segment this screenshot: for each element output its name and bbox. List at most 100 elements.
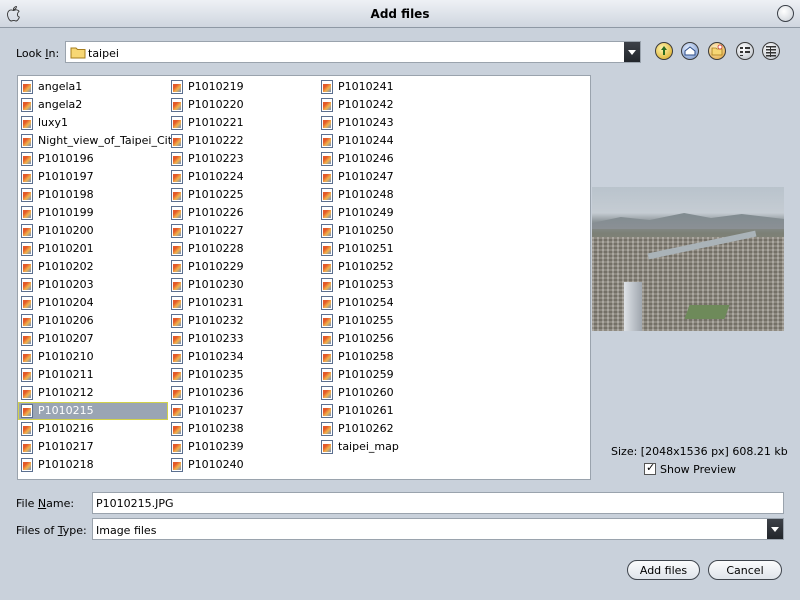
close-window-button[interactable] [777, 5, 794, 22]
file-item[interactable]: P1010217 [18, 438, 168, 456]
file-type-select[interactable]: Image files [92, 518, 784, 540]
file-item[interactable]: P1010244 [318, 132, 468, 150]
file-item[interactable]: P1010215 [18, 402, 168, 420]
file-item[interactable]: P1010226 [168, 204, 318, 222]
file-item[interactable]: P1010233 [168, 330, 318, 348]
file-item[interactable]: P1010224 [168, 168, 318, 186]
file-item[interactable]: P1010229 [168, 258, 318, 276]
file-item[interactable]: P1010198 [18, 186, 168, 204]
file-item[interactable]: P1010221 [168, 114, 318, 132]
chevron-down-icon[interactable] [624, 42, 640, 62]
home-icon[interactable] [681, 42, 699, 60]
file-item[interactable]: taipei_map [318, 438, 468, 456]
file-item-label: P1010242 [338, 98, 394, 111]
image-file-icon [21, 440, 33, 454]
file-item-label: P1010202 [38, 260, 94, 273]
file-item-label: P1010219 [188, 80, 244, 93]
file-type-label-suffix: ype: [62, 524, 87, 537]
image-file-icon [21, 152, 33, 166]
file-item[interactable]: P1010250 [318, 222, 468, 240]
file-item[interactable]: P1010253 [318, 276, 468, 294]
file-item[interactable]: P1010247 [318, 168, 468, 186]
file-item[interactable]: P1010251 [318, 240, 468, 258]
file-list[interactable]: angela1 angela2 luxy1 Night_view_of_Taipei_… [17, 75, 591, 480]
file-item[interactable]: angela1 [18, 78, 168, 96]
file-item[interactable]: P1010246 [318, 150, 468, 168]
file-item[interactable]: P1010231 [168, 294, 318, 312]
show-preview-label: Show Preview [660, 463, 736, 476]
chevron-down-icon[interactable] [767, 519, 783, 539]
file-item[interactable]: P1010196 [18, 150, 168, 168]
file-item[interactable]: P1010234 [168, 348, 318, 366]
file-item-label: P1010244 [338, 134, 394, 147]
file-item[interactable]: P1010255 [318, 312, 468, 330]
file-item-label: P1010243 [338, 116, 394, 129]
file-item[interactable]: P1010262 [318, 420, 468, 438]
image-file-icon [21, 188, 33, 202]
file-item[interactable]: P1010261 [318, 402, 468, 420]
file-item[interactable]: P1010239 [168, 438, 318, 456]
file-item[interactable]: P1010202 [18, 258, 168, 276]
file-item[interactable]: P1010216 [18, 420, 168, 438]
file-item[interactable]: P1010242 [318, 96, 468, 114]
file-item[interactable]: P1010228 [168, 240, 318, 258]
file-item[interactable]: luxy1 [18, 114, 168, 132]
file-item[interactable]: P1010236 [168, 384, 318, 402]
file-item[interactable]: P1010252 [318, 258, 468, 276]
file-item[interactable]: P1010248 [318, 186, 468, 204]
file-item[interactable]: P1010203 [18, 276, 168, 294]
file-item[interactable]: P1010197 [18, 168, 168, 186]
file-item[interactable]: P1010260 [318, 384, 468, 402]
file-item[interactable]: P1010237 [168, 402, 318, 420]
file-item[interactable]: P1010223 [168, 150, 318, 168]
show-preview-checkbox[interactable] [644, 461, 656, 475]
file-item[interactable]: P1010241 [318, 78, 468, 96]
details-view-icon[interactable] [762, 42, 780, 60]
file-item[interactable]: angela2 [18, 96, 168, 114]
file-item[interactable]: P1010207 [18, 330, 168, 348]
file-item[interactable]: P1010259 [318, 366, 468, 384]
file-item[interactable]: P1010199 [18, 204, 168, 222]
file-item[interactable]: P1010201 [18, 240, 168, 258]
list-view-icon[interactable] [736, 42, 754, 60]
up-folder-icon[interactable] [655, 42, 673, 60]
file-item[interactable]: P1010249 [318, 204, 468, 222]
file-item[interactable]: P1010225 [168, 186, 318, 204]
file-item[interactable]: P1010227 [168, 222, 318, 240]
file-item[interactable]: P1010220 [168, 96, 318, 114]
file-name-input[interactable]: P1010215.JPG [92, 492, 784, 514]
file-item[interactable]: P1010200 [18, 222, 168, 240]
file-item[interactable]: P1010219 [168, 78, 318, 96]
file-item[interactable]: P1010254 [318, 294, 468, 312]
file-item-label: P1010199 [38, 206, 94, 219]
file-item[interactable]: P1010238 [168, 420, 318, 438]
add-files-button[interactable]: Add files [627, 560, 700, 580]
file-item-label: P1010252 [338, 260, 394, 273]
file-item-label: P1010235 [188, 368, 244, 381]
file-item[interactable]: P1010256 [318, 330, 468, 348]
file-item[interactable]: Night_view_of_Taipei_City [18, 132, 179, 150]
file-item[interactable]: P1010218 [18, 456, 168, 474]
file-item[interactable]: P1010243 [318, 114, 468, 132]
file-item[interactable]: P1010240 [168, 456, 318, 474]
file-item-label: P1010216 [38, 422, 94, 435]
file-item-label: P1010234 [188, 350, 244, 363]
file-item[interactable]: P1010204 [18, 294, 168, 312]
file-item[interactable]: P1010258 [318, 348, 468, 366]
file-item[interactable]: P1010222 [168, 132, 318, 150]
file-item[interactable]: P1010230 [168, 276, 318, 294]
file-item-label: P1010240 [188, 458, 244, 471]
file-item-label: P1010230 [188, 278, 244, 291]
file-item[interactable]: P1010206 [18, 312, 168, 330]
file-item[interactable]: P1010212 [18, 384, 168, 402]
look-in-combo[interactable]: taipei [65, 41, 641, 63]
file-item-label: P1010217 [38, 440, 94, 453]
file-item[interactable]: P1010232 [168, 312, 318, 330]
file-item[interactable]: P1010211 [18, 366, 168, 384]
file-item-label: P1010220 [188, 98, 244, 111]
file-item[interactable]: P1010210 [18, 348, 168, 366]
cancel-button[interactable]: Cancel [708, 560, 782, 580]
file-item[interactable]: P1010235 [168, 366, 318, 384]
new-folder-icon[interactable] [708, 42, 726, 60]
image-file-icon [321, 224, 333, 238]
